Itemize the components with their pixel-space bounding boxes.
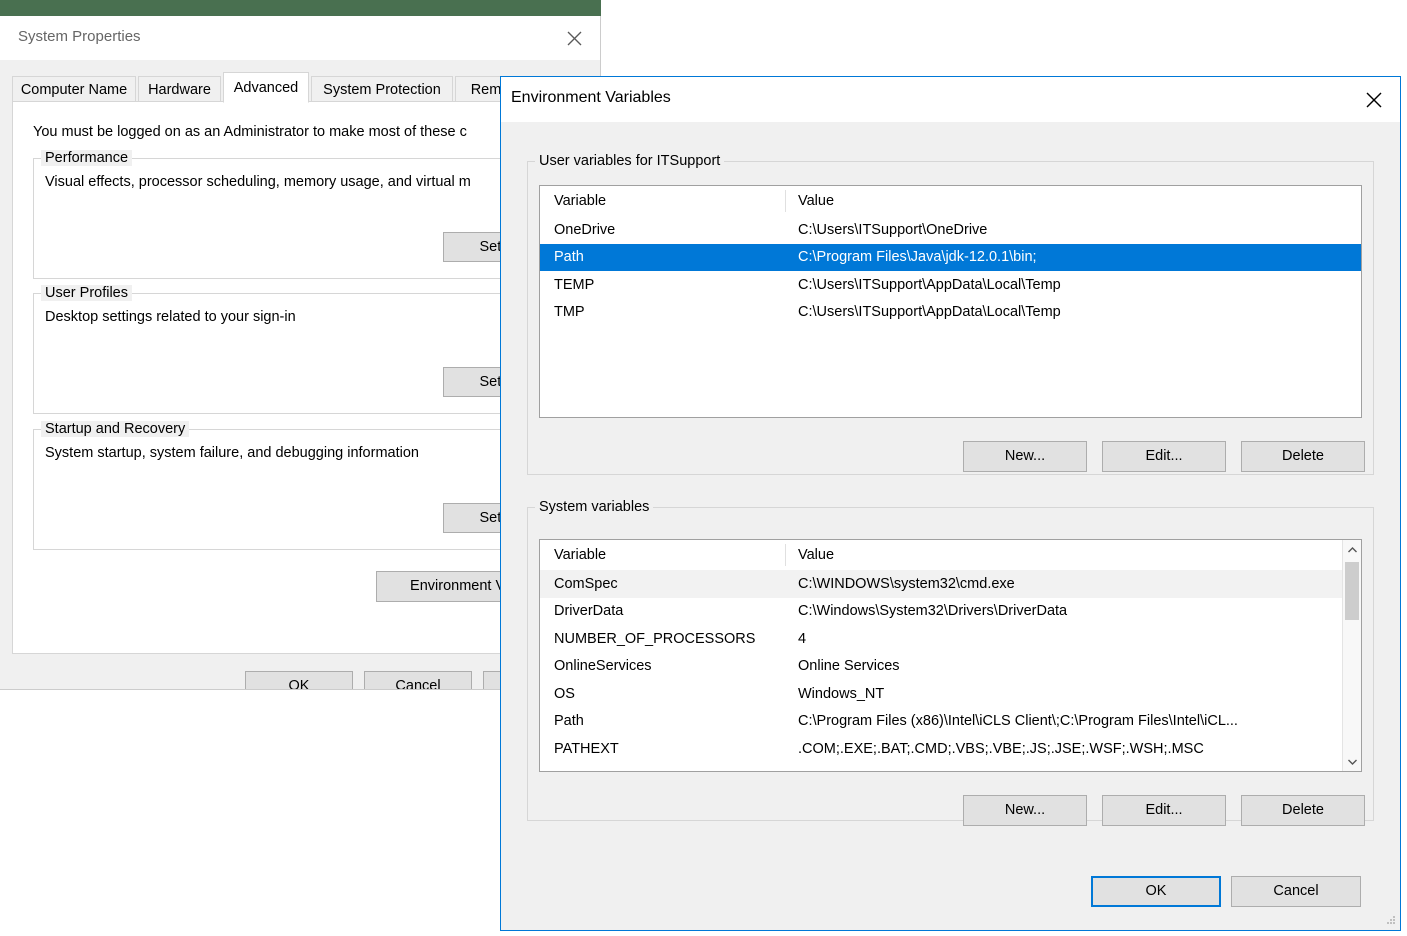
cell-variable: Path: [554, 713, 584, 730]
button-label: Edit...: [1145, 802, 1183, 818]
table-row[interactable]: Path C:\Program Files\Java\jdk-12.0.1\bi…: [540, 243, 1361, 271]
table-row[interactable]: OS Windows_NT: [540, 680, 1361, 708]
close-icon[interactable]: [548, 16, 600, 60]
system-properties-title: System Properties: [18, 28, 141, 45]
tab-label: Advanced: [233, 79, 299, 96]
cell-variable: OneDrive: [554, 221, 616, 238]
tab-hardware[interactable]: Hardware: [138, 76, 221, 102]
cell-variable: DriverData: [554, 603, 624, 620]
user-profiles-group-label: User Profiles: [41, 285, 132, 301]
environment-variables-cancel-button[interactable]: Cancel: [1231, 876, 1361, 907]
system-variables-scrollbar[interactable]: [1342, 540, 1361, 771]
user-variables-header: Variable Value: [540, 186, 1361, 216]
table-row[interactable]: ComSpec C:\WINDOWS\system32\cmd.exe: [540, 570, 1361, 598]
button-label: OK: [1145, 883, 1167, 899]
cell-value: C:\Users\ITSupport\AppData\Local\Temp: [798, 276, 1061, 293]
chevron-down-icon[interactable]: [1343, 752, 1361, 771]
cell-variable: OnlineServices: [554, 658, 652, 675]
cell-value: C:\Windows\System32\Drivers\DriverData: [798, 603, 1068, 620]
cell-variable: TMP: [554, 304, 585, 321]
environment-variables-titlebar: Environment Variables: [501, 77, 1400, 122]
cell-value: 4: [798, 630, 807, 647]
cell-variable: PATHEXT: [554, 740, 619, 757]
close-icon[interactable]: [1347, 77, 1400, 122]
cell-value: C:\Program Files (x86)\Intel\iCLS Client…: [798, 713, 1238, 730]
user-variables-edit-button[interactable]: Edit...: [1102, 441, 1226, 472]
administrator-note: You must be logged on as an Administrato…: [33, 124, 467, 140]
system-properties-titlebar: System Properties: [0, 16, 600, 60]
column-header-value[interactable]: Value: [786, 547, 1361, 563]
cell-variable: OS: [554, 685, 575, 702]
cell-variable: ComSpec: [554, 575, 618, 592]
button-label: New...: [1004, 802, 1046, 818]
cell-value: C:\Program Files\Java\jdk-12.0.1\bin;: [798, 249, 1037, 266]
column-header-variable[interactable]: Variable: [540, 544, 786, 566]
button-label: OK: [288, 677, 310, 690]
system-variables-list[interactable]: Variable Value ComSpec C:\WINDOWS\system…: [539, 539, 1362, 772]
button-label: Cancel: [395, 677, 441, 690]
tab-advanced[interactable]: Advanced: [223, 72, 309, 103]
user-variables-delete-button[interactable]: Delete: [1241, 441, 1365, 472]
scrollbar-thumb[interactable]: [1345, 562, 1359, 620]
cell-value: Windows_NT: [798, 685, 885, 702]
chevron-up-icon[interactable]: [1343, 540, 1361, 559]
button-label: Delete: [1282, 802, 1324, 818]
table-row[interactable]: TEMP C:\Users\ITSupport\AppData\Local\Te…: [540, 271, 1361, 299]
column-header-value[interactable]: Value: [786, 193, 1361, 209]
column-header-variable[interactable]: Variable: [540, 190, 786, 212]
table-row[interactable]: DriverData C:\Windows\System32\Drivers\D…: [540, 598, 1361, 626]
button-label: Cancel: [1273, 883, 1319, 899]
startup-recovery-description: System startup, system failure, and debu…: [45, 445, 419, 461]
resize-grip[interactable]: [1384, 915, 1396, 927]
button-label: New...: [1004, 448, 1046, 464]
cell-value: C:\Users\ITSupport\AppData\Local\Temp: [798, 304, 1061, 321]
performance-description: Visual effects, processor scheduling, me…: [45, 174, 471, 190]
startup-recovery-group-label: Startup and Recovery: [41, 421, 190, 437]
user-profiles-description: Desktop settings related to your sign-in: [45, 309, 296, 325]
system-variables-new-button[interactable]: New...: [963, 795, 1087, 826]
environment-variables-title: Environment Variables: [511, 89, 671, 106]
tab-label: Rem: [470, 81, 502, 98]
table-row[interactable]: OneDrive C:\Users\ITSupport\OneDrive: [540, 216, 1361, 244]
system-variables-header: Variable Value: [540, 540, 1361, 570]
table-row[interactable]: OnlineServices Online Services: [540, 653, 1361, 681]
tab-computer-name[interactable]: Computer Name: [12, 76, 136, 102]
cell-value: C:\Users\ITSupport\OneDrive: [798, 221, 988, 238]
cell-variable: TEMP: [554, 276, 595, 293]
cell-variable: Path: [554, 249, 584, 266]
environment-variables-ok-button[interactable]: OK: [1091, 876, 1221, 907]
tab-label: System Protection: [323, 81, 441, 98]
tab-label: Hardware: [148, 81, 211, 98]
user-variables-list[interactable]: Variable Value OneDrive C:\Users\ITSuppo…: [539, 185, 1362, 418]
desktop-accent-strip: [0, 0, 601, 16]
user-variables-group-label: User variables for ITSupport: [535, 153, 725, 169]
environment-variables-dialog: Environment Variables User variables for…: [500, 76, 1401, 931]
table-row[interactable]: Path C:\Program Files (x86)\Intel\iCLS C…: [540, 708, 1361, 736]
user-variables-new-button[interactable]: New...: [963, 441, 1087, 472]
table-row[interactable]: NUMBER_OF_PROCESSORS 4: [540, 625, 1361, 653]
tab-label: Computer Name: [20, 81, 128, 98]
system-variables-edit-button[interactable]: Edit...: [1102, 795, 1226, 826]
system-variables-delete-button[interactable]: Delete: [1241, 795, 1365, 826]
cell-value: .COM;.EXE;.BAT;.CMD;.VBS;.VBE;.JS;.JSE;.…: [798, 740, 1204, 757]
system-properties-cancel-button[interactable]: Cancel: [364, 671, 472, 690]
cell-value: C:\WINDOWS\system32\cmd.exe: [798, 575, 1015, 592]
cell-variable: NUMBER_OF_PROCESSORS: [554, 630, 756, 647]
performance-group-label: Performance: [41, 150, 133, 166]
button-label: Delete: [1282, 448, 1324, 464]
table-row[interactable]: PATHEXT .COM;.EXE;.BAT;.CMD;.VBS;.VBE;.J…: [540, 735, 1361, 763]
button-label: Edit...: [1145, 448, 1183, 464]
tab-system-protection[interactable]: System Protection: [311, 76, 453, 102]
cell-value: Online Services: [798, 658, 900, 675]
table-row[interactable]: TMP C:\Users\ITSupport\AppData\Local\Tem…: [540, 299, 1361, 327]
system-properties-ok-button[interactable]: OK: [245, 671, 353, 690]
system-variables-group-label: System variables: [535, 499, 654, 515]
